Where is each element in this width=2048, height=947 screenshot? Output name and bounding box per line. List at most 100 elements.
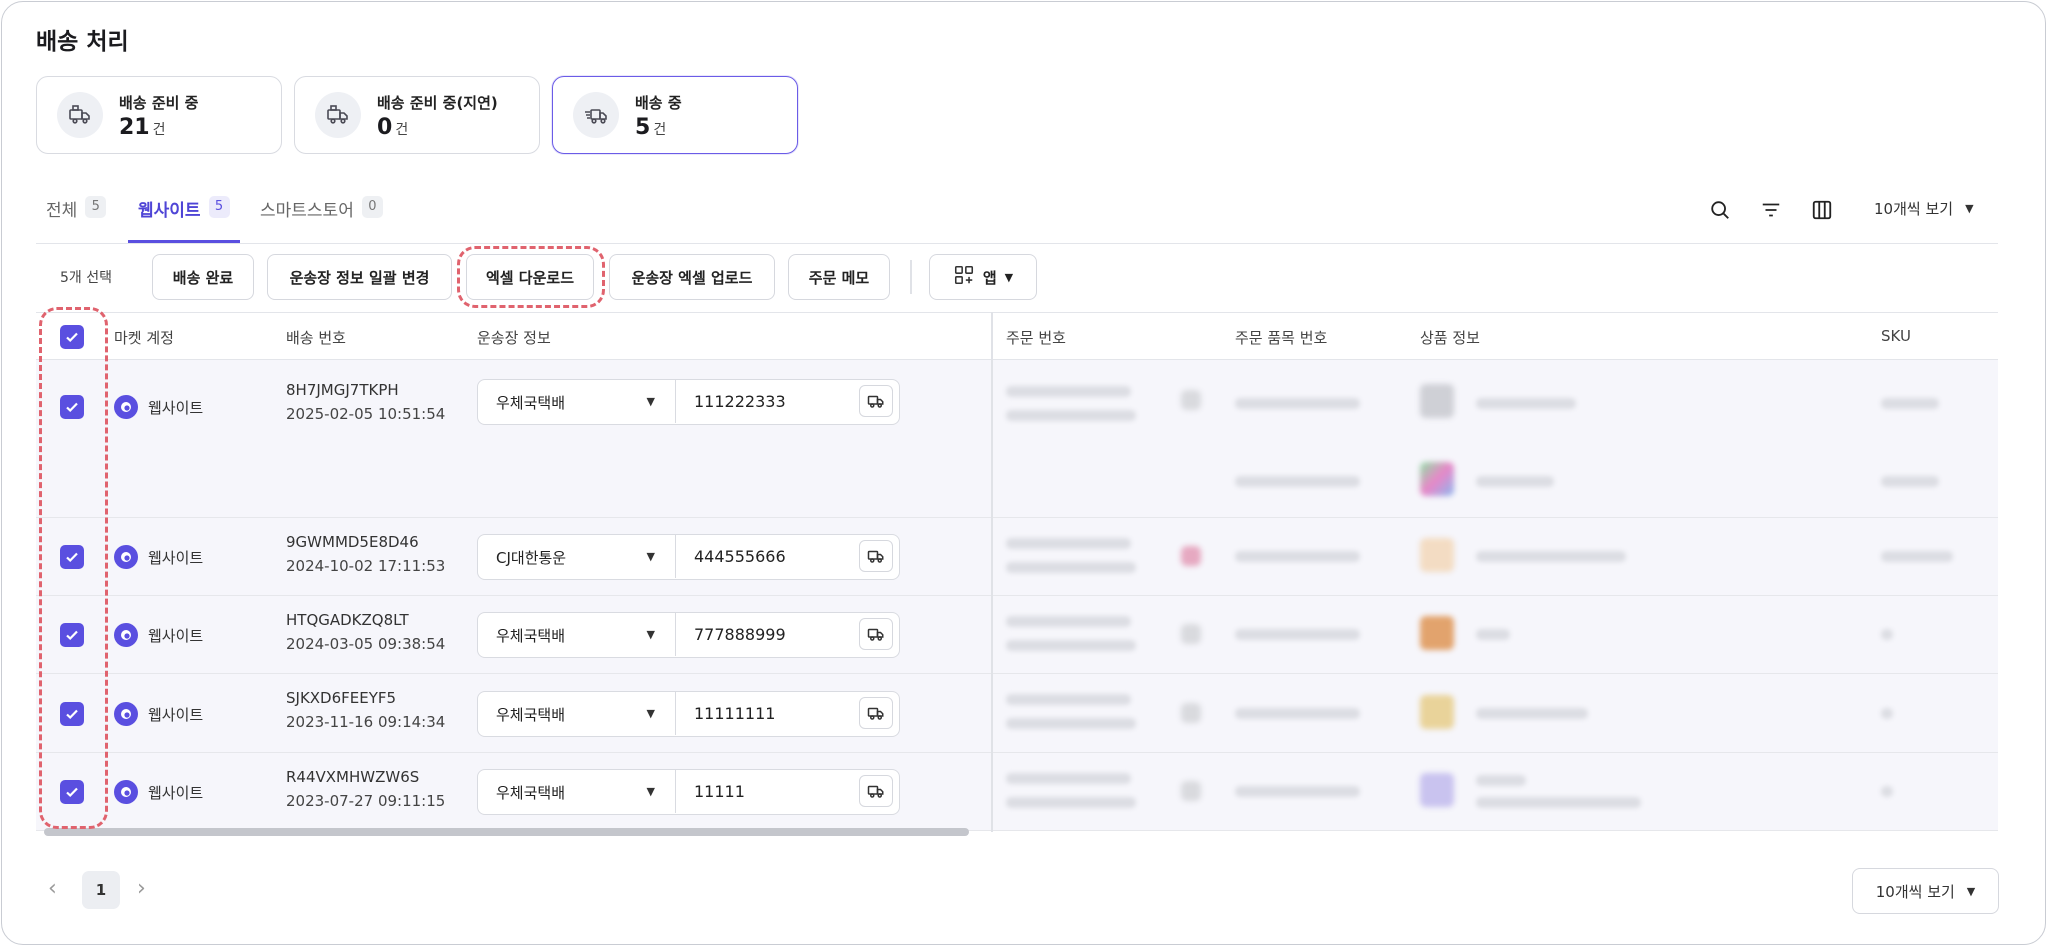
blurred-sku (1881, 398, 1939, 409)
prev-page-icon[interactable]: ‹ (48, 876, 57, 901)
tracking-editor: 우체국택배 ▼ 777888999 (477, 612, 900, 658)
website-logo-icon (114, 395, 138, 419)
filter-icon[interactable] (1758, 197, 1784, 223)
blurred-order-date (1006, 562, 1136, 573)
website-logo-icon (114, 623, 138, 647)
row-checkbox[interactable] (60, 780, 84, 804)
card-label: 배송 준비 중(지연) (377, 94, 498, 112)
horizontal-scrollbar[interactable] (44, 828, 969, 836)
market-account: 웹사이트 (114, 702, 203, 726)
page-size-select-bottom[interactable]: 10개씩 보기 ▼ (1852, 868, 1999, 914)
status-card-preparing[interactable]: 배송 준비 중 21 건 (36, 76, 282, 154)
tab-all[interactable]: 전체 5 (36, 196, 116, 243)
select-all-checkbox[interactable] (60, 325, 84, 349)
apps-dropdown-button[interactable]: 앱 ▼ (929, 254, 1037, 300)
complete-delivery-button[interactable]: 배송 완료 (152, 254, 254, 300)
col-market-account: 마켓 계정 (114, 329, 174, 347)
table-row[interactable]: 웹사이트 R44VXMHWZW6S 2023-07-27 09:11:15 우체국… (36, 753, 1998, 831)
caret-down-icon: ▼ (646, 628, 655, 641)
blurred-item-number (1235, 708, 1360, 719)
tab-website[interactable]: 웹사이트 5 (128, 196, 240, 243)
blurred-sku (1881, 708, 1893, 719)
blurred-sku (1881, 629, 1893, 640)
carrier-select[interactable]: 우체국택배 ▼ (478, 770, 676, 813)
caret-down-icon: ▼ (646, 550, 655, 563)
bulk-edit-tracking-button[interactable]: 운송장 정보 일괄 변경 (267, 254, 452, 300)
blurred-product-name (1476, 629, 1510, 640)
carrier-select[interactable]: CJ대한통운 ▼ (478, 535, 676, 578)
table-row[interactable]: 웹사이트 SJKXD6FEEYF5 2023-11-16 09:14:34 우체국… (36, 674, 1998, 753)
blurred-sku (1881, 551, 1953, 562)
blurred-product-name (1476, 398, 1576, 409)
search-icon[interactable] (1707, 197, 1733, 223)
carrier-select[interactable]: 우체국택배 ▼ (478, 380, 676, 423)
track-delivery-button[interactable] (859, 618, 893, 650)
track-delivery-button[interactable] (859, 385, 893, 417)
blurred-item-number (1235, 629, 1360, 640)
row-checkbox[interactable] (60, 395, 84, 419)
row-checkbox[interactable] (60, 545, 84, 569)
tracking-number-input[interactable]: 444555666 (676, 535, 846, 578)
row-checkbox[interactable] (60, 702, 84, 726)
table-row[interactable]: 웹사이트 HTQGADKZQ8LT 2024-03-05 09:38:54 우체국… (36, 596, 1998, 674)
tracking-excel-upload-button[interactable]: 운송장 엑셀 업로드 (609, 254, 775, 300)
tracking-editor: CJ대한통운 ▼ 444555666 (477, 534, 900, 580)
caret-down-icon: ▼ (1966, 884, 1976, 898)
col-product-info: 상품 정보 (1420, 329, 1480, 347)
next-page-icon[interactable]: › (137, 876, 146, 901)
blurred-order-number (1006, 694, 1131, 705)
market-account: 웹사이트 (114, 545, 203, 569)
tracking-number-input[interactable]: 11111 (676, 770, 846, 813)
truck-icon (867, 628, 884, 641)
shipping-number: SJKXD6FEEYF5 2023-11-16 09:14:34 (286, 689, 446, 731)
blurred-order-date (1006, 797, 1136, 808)
blurred-product-image (1420, 773, 1454, 807)
tracking-number-input[interactable]: 111222333 (676, 380, 846, 423)
carrier-select[interactable]: 우체국택배 ▼ (478, 692, 676, 735)
blurred-order-date (1006, 718, 1136, 729)
blurred-order-number (1006, 538, 1131, 549)
blurred-product-name (1476, 476, 1554, 487)
col-shipping-number: 배송 번호 (286, 329, 346, 347)
tracking-editor: 우체국택배 ▼ 111222333 (477, 379, 900, 425)
order-memo-button[interactable]: 주문 메모 (788, 254, 890, 300)
status-card-delayed[interactable]: 배송 준비 중(지연) 0건 (294, 76, 540, 154)
blurred-copy-icon (1181, 546, 1201, 566)
blurred-product-name (1476, 551, 1626, 562)
col-sku: SKU (1881, 327, 1911, 345)
col-tracking-info: 운송장 정보 (477, 329, 551, 347)
table-row[interactable]: 웹사이트 9GWMMD5E8D46 2024-10-02 17:11:53 CJ대… (36, 518, 1998, 596)
row-checkbox[interactable] (60, 623, 84, 647)
col-order-item-number: 주문 품목 번호 (1235, 329, 1328, 347)
shipping-number: R44VXMHWZW6S 2023-07-27 09:11:15 (286, 768, 446, 810)
tracking-number-input[interactable]: 11111111 (676, 692, 846, 735)
tab-smartstore[interactable]: 스마트스토어 0 (250, 196, 393, 243)
status-card-shipping[interactable]: 배송 중 5건 (552, 76, 798, 154)
blurred-product-image (1420, 384, 1454, 418)
box-truck-icon (57, 92, 103, 138)
tracking-editor: 우체국택배 ▼ 11111 (477, 769, 900, 815)
blurred-product-name (1476, 775, 1526, 786)
blurred-product-image (1420, 616, 1454, 650)
page-number-current[interactable]: 1 (82, 871, 120, 909)
blurred-product-image (1420, 538, 1454, 572)
tracking-number-input[interactable]: 777888999 (676, 613, 846, 656)
blurred-sku (1881, 476, 1939, 487)
columns-icon[interactable] (1809, 197, 1835, 223)
carrier-select[interactable]: 우체국택배 ▼ (478, 613, 676, 656)
track-delivery-button[interactable] (859, 697, 893, 729)
apps-grid-icon (953, 264, 975, 290)
table-row[interactable]: 웹사이트 8H7JMGJ7TKPH 2025-02-05 10:51:54 우체국… (36, 360, 1998, 518)
blurred-item-number (1235, 476, 1360, 487)
blurred-product-option (1476, 797, 1641, 808)
blurred-item-number (1235, 551, 1360, 562)
website-logo-icon (114, 545, 138, 569)
truck-icon (867, 707, 884, 720)
selected-count: 5개 선택 (60, 270, 112, 286)
track-delivery-button[interactable] (859, 540, 893, 572)
excel-download-button[interactable]: 엑셀 다운로드 (466, 254, 594, 300)
track-delivery-button[interactable] (859, 775, 893, 807)
caret-down-icon: ▼ (1965, 202, 1974, 215)
blurred-order-number (1006, 616, 1131, 627)
page-size-select-top[interactable]: 10개씩 보기 ▼ (1874, 198, 1974, 219)
